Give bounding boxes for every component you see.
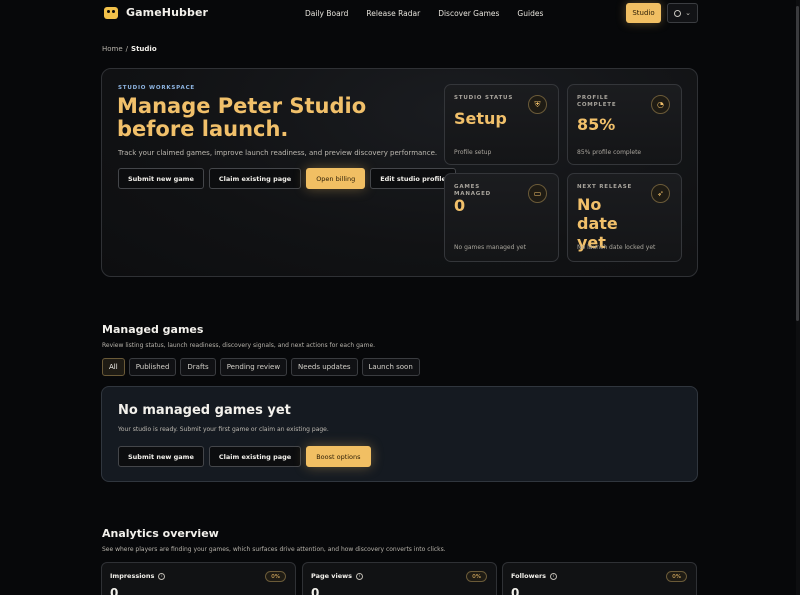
info-icon[interactable]: i [356,572,364,580]
analytics-title: Analytics overview [102,527,219,540]
stat-label: PROFILE COMPLETE [577,95,617,108]
game-filter-tabs: All Published Drafts Pending review Need… [102,358,420,376]
metric-change-badge: 0% [265,571,286,582]
breadcrumb-home[interactable]: Home [102,45,123,53]
brand-logo[interactable]: GameHubber [104,6,208,19]
hero-eyebrow: STUDIO WORKSPACE [118,85,195,91]
submit-new-game-button[interactable]: Submit new game [118,168,204,189]
metric-label: Followers i [511,572,558,580]
nav-discover-games[interactable]: Discover Games [438,9,499,18]
metric-label-text: Page views [311,572,353,580]
claim-existing-page-button[interactable]: Claim existing page [208,446,302,467]
nav-release-radar[interactable]: Release Radar [366,9,420,18]
page-title: Manage Peter Studio before launch. [117,94,367,141]
top-navigation-bar: GameHubber Daily Board Release Radar Dis… [0,0,796,27]
metric-card-impressions: Impressions i 0% 0 [101,562,296,595]
empty-state-panel: No managed games yet Your studio is read… [101,386,698,482]
breadcrumb-separator: / [125,45,129,53]
stat-card-studio-status: STUDIO STATUS Setup Profile setup ⛨ [444,84,559,165]
globe-icon [674,9,682,17]
page-scrollbar[interactable] [796,0,800,595]
managed-games-title: Managed games [102,323,204,336]
stat-value: 0 [454,196,466,215]
metric-value: 0 [110,586,119,595]
stat-label: NEXT RELEASE [577,184,633,190]
stat-foot: 85% profile complete [577,149,642,156]
studio-workspace-panel: STUDIO WORKSPACE Manage Peter Studio bef… [101,68,698,277]
stat-card-profile-complete: PROFILE COMPLETE 85% 85% profile complet… [567,84,682,165]
empty-state-subtitle: Your studio is ready. Submit your first … [118,426,329,433]
empty-state-actions: Submit new game Claim existing page Boos… [118,446,371,467]
gauge-icon: ◔ [651,95,670,114]
stat-foot: No games managed yet [454,244,526,251]
tab-needs-updates[interactable]: Needs updates [291,358,358,376]
hero-subtitle: Track your claimed games, improve launch… [118,149,438,157]
hero-actions: Submit new game Claim existing page Open… [118,168,456,189]
submit-new-game-button[interactable]: Submit new game [118,446,204,467]
metric-label: Page views i [311,572,364,580]
metric-card-page-views: Page views i 0% 0 [302,562,497,595]
stat-foot: Profile setup [454,149,492,156]
tab-published[interactable]: Published [128,358,177,376]
nav-daily-board[interactable]: Daily Board [305,9,348,18]
main-nav: Daily Board Release Radar Discover Games… [305,9,543,18]
metric-card-followers: Followers i 0% 0 [502,562,697,595]
managed-games-subtitle: Review listing status, launch readiness,… [102,342,376,349]
metric-value: 0 [511,586,520,595]
tab-all[interactable]: All [102,358,125,376]
chevron-down-icon: ⌄ [685,9,691,17]
stat-foot: No launch date locked yet [577,244,656,251]
info-icon[interactable]: i [550,572,558,580]
empty-state-title: No managed games yet [118,403,291,418]
rocket-icon: ➶ [651,184,670,203]
info-icon[interactable]: i [158,572,166,580]
stat-value: 85% [577,115,616,134]
metric-label-text: Impressions [110,572,155,580]
studio-button[interactable]: Studio [626,3,661,23]
breadcrumb-current: Studio [131,45,157,53]
claim-existing-page-button[interactable]: Claim existing page [208,168,302,189]
stat-label: STUDIO STATUS [454,95,514,101]
gamepad-logo-icon [104,6,118,19]
stat-value: Setup [454,109,507,128]
tab-launch-soon[interactable]: Launch soon [361,358,420,376]
shield-icon: ⛨ [528,95,547,114]
breadcrumb: Home / Studio [102,45,157,53]
folder-icon: ▭ [528,184,547,203]
analytics-subtitle: See where players are finding your games… [102,546,446,553]
stat-card-games-managed: GAMES MANAGED 0 No games managed yet ▭ [444,173,559,262]
tab-drafts[interactable]: Drafts [180,358,216,376]
stat-card-next-release: NEXT RELEASE No date yet No launch date … [567,173,682,262]
boost-options-button[interactable]: Boost options [306,446,371,467]
metric-value: 0 [311,586,320,595]
brand-name: GameHubber [126,6,209,19]
language-selector[interactable]: ⌄ [667,3,698,23]
metric-label: Impressions i [110,572,166,580]
nav-guides[interactable]: Guides [517,9,543,18]
metric-change-badge: 0% [666,571,687,582]
metric-label-text: Followers [511,572,547,580]
scrollbar-thumb[interactable] [796,6,799,321]
tab-pending-review[interactable]: Pending review [219,358,288,376]
open-billing-button[interactable]: Open billing [306,168,366,189]
metric-change-badge: 0% [466,571,487,582]
